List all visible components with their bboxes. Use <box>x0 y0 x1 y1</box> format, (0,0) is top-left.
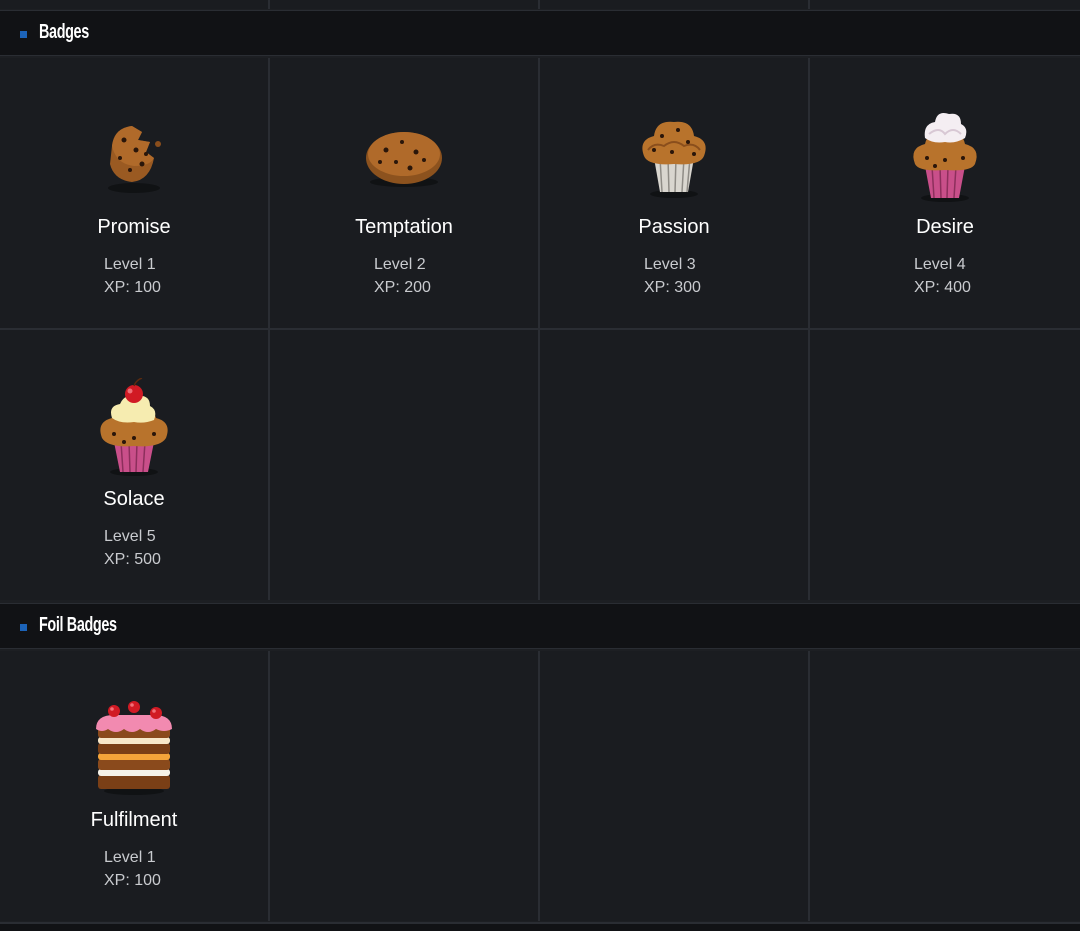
cream-cupcake-icon <box>913 113 977 202</box>
badge-xp: XP: 100 <box>104 872 161 889</box>
empty-badge-slot <box>540 330 808 600</box>
badge-xp: XP: 100 <box>104 279 161 296</box>
broken-cookie-icon <box>108 126 161 193</box>
badge-level: Level 2 <box>374 256 426 273</box>
badge-name: Passion <box>638 216 710 238</box>
badge-card-promise[interactable]: Promise Level 1 XP: 100 <box>0 58 268 328</box>
badge-card-solace[interactable]: Solace Level 5 XP: 500 <box>0 330 268 600</box>
badge-level: Level 1 <box>104 849 156 866</box>
badge-card-desire[interactable]: Desire Level 4 XP: 400 <box>810 58 1080 328</box>
section-marker-icon <box>20 31 27 38</box>
badge-xp: XP: 200 <box>374 279 431 296</box>
badge-name: Temptation <box>355 216 453 238</box>
section-marker-icon <box>20 624 27 631</box>
previous-section-grid-edge <box>0 0 1080 9</box>
empty-badge-slot <box>270 651 538 921</box>
badge-card-fulfilment[interactable]: Fulfilment Level 1 XP: 100 <box>0 651 268 921</box>
badges-grid: Promise Level 1 XP: 100 Temptation Level… <box>0 58 1080 600</box>
empty-badge-slot <box>810 330 1080 600</box>
section-header-foil-badges: Foil Badges <box>0 603 1080 649</box>
badge-name: Fulfilment <box>90 809 178 831</box>
empty-badge-slot <box>540 651 808 921</box>
foil-badges-grid: Fulfilment Level 1 XP: 100 <box>0 651 1080 921</box>
badge-name: Solace <box>103 488 165 510</box>
badge-xp: XP: 500 <box>104 551 161 568</box>
badge-card-passion[interactable]: Passion Level 3 XP: 300 <box>540 58 808 328</box>
section-title: Badges <box>39 21 89 43</box>
badge-card-temptation[interactable]: Temptation Level 2 XP: 200 <box>270 58 538 328</box>
empty-badge-slot <box>270 330 538 600</box>
badge-level: Level 3 <box>644 256 696 273</box>
muffin-icon <box>642 121 706 198</box>
badge-xp: XP: 400 <box>914 279 971 296</box>
section-title: Foil Badges <box>39 614 117 636</box>
layer-cake-icon <box>96 701 172 795</box>
badge-name: Promise <box>97 216 171 238</box>
badge-xp: XP: 300 <box>644 279 701 296</box>
badge-name: Desire <box>916 216 974 238</box>
badge-level: Level 4 <box>914 256 966 273</box>
empty-badge-slot <box>810 651 1080 921</box>
section-header-badges: Badges <box>0 10 1080 56</box>
next-section-edge <box>0 922 1080 931</box>
cookie-icon <box>366 132 442 187</box>
cherry-cupcake-icon <box>100 378 168 476</box>
badge-level: Level 1 <box>104 256 156 273</box>
badge-level: Level 5 <box>104 528 156 545</box>
